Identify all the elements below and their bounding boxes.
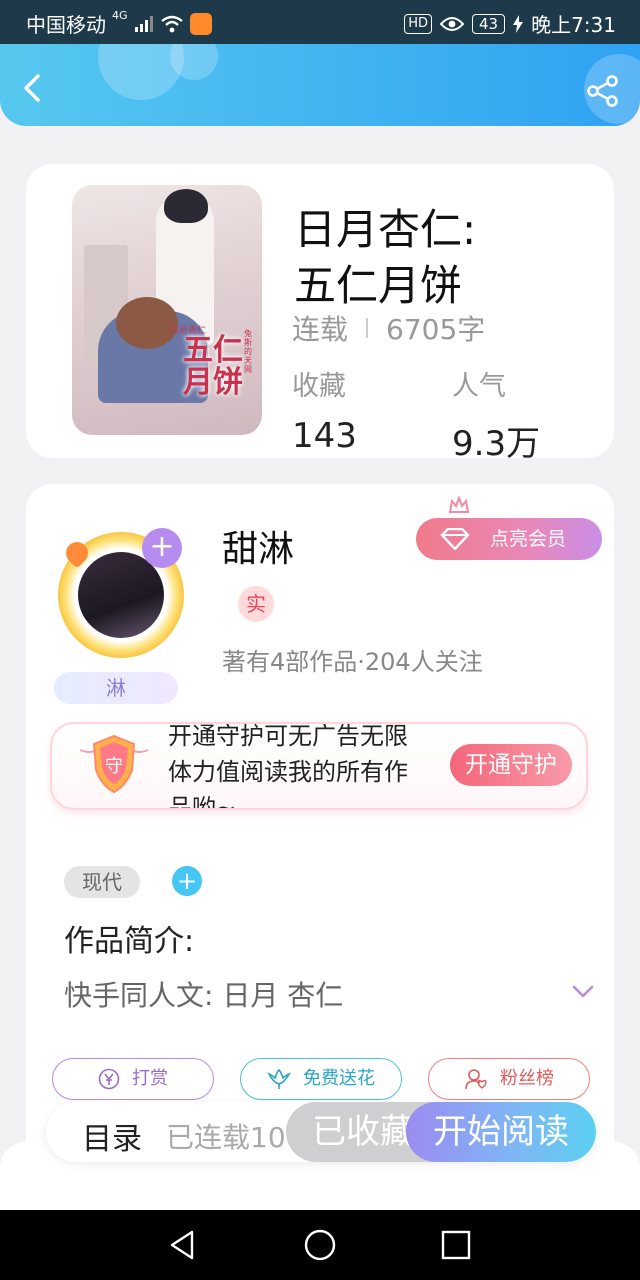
divider xyxy=(366,318,369,338)
battery-indicator: 43 xyxy=(471,13,506,34)
signal-icon xyxy=(134,15,153,32)
nav-recents-icon[interactable] xyxy=(439,1228,473,1262)
book-title: 日月杏仁: 五仁月饼 xyxy=(294,202,594,314)
hd-badge: HD xyxy=(404,13,432,34)
open-guard-button[interactable]: 开通守护 xyxy=(450,744,572,786)
book-info-card: 日月杏仁 兔斯的天网 五仁月饼 日月杏仁: 五仁月饼 连载 6705字 收藏 人… xyxy=(26,164,614,464)
guard-banner[interactable]: 守 开通守护可无广告无限体力值阅读我的所有作品哟~ 开通守护 xyxy=(50,722,588,810)
back-button[interactable] xyxy=(16,70,52,106)
author-name[interactable]: 甜淋 xyxy=(222,520,294,572)
status-bar: 中国移动 4G HD 43 晚上7:31 xyxy=(0,0,640,44)
book-title-line2: 五仁月饼 xyxy=(294,261,463,310)
author-meta: 著有4部作品·204人关注 xyxy=(222,648,483,676)
wifi-icon xyxy=(160,15,183,32)
guard-shield-icon: 守 xyxy=(79,734,149,794)
top-header xyxy=(0,44,640,126)
reward-label: 打赏 xyxy=(132,1068,168,1089)
eye-icon xyxy=(439,16,464,31)
book-cover[interactable]: 日月杏仁 兔斯的天网 五仁月饼 xyxy=(72,185,262,435)
chapter-count: 已连载10 xyxy=(166,1121,286,1154)
author-card: + 淋 甜淋 实 著有4部作品·204人关注 点亮会员 守 开通守护可无广告无限… xyxy=(26,484,614,1184)
system-nav-bar xyxy=(0,1210,640,1280)
charging-icon xyxy=(513,14,524,33)
fan-user-icon xyxy=(465,1069,487,1090)
flower-label: 免费送花 xyxy=(303,1068,375,1089)
genre-tag[interactable]: 现代 xyxy=(64,866,140,898)
flower-icon xyxy=(267,1068,291,1089)
add-tag-button[interactable]: + xyxy=(172,866,202,896)
follow-author-button[interactable]: + xyxy=(142,528,182,568)
intro-text: 快手同人文: 日月 杏仁 xyxy=(64,979,344,1012)
cover-title: 五仁月饼 xyxy=(183,333,243,400)
serial-status: 连载 xyxy=(292,313,349,346)
crown-icon xyxy=(448,496,470,513)
favorites-label: 收藏 xyxy=(292,371,346,402)
carrier-label: 中国移动 xyxy=(26,13,106,37)
start-reading-button[interactable]: 开始阅读 xyxy=(406,1102,596,1162)
popularity-label: 人气 xyxy=(452,371,506,402)
book-title-line1: 日月杏仁: xyxy=(294,205,477,254)
cover-figure-hair xyxy=(164,189,208,223)
fans-ranking-button[interactable]: 粉丝榜 xyxy=(428,1058,590,1100)
nav-back-icon[interactable] xyxy=(166,1228,200,1262)
clock-label: 晚上7:31 xyxy=(531,13,616,37)
chevron-down-icon[interactable] xyxy=(572,984,594,1000)
guard-shield-text: 守 xyxy=(105,756,123,777)
verified-badge: 实 xyxy=(238,586,274,622)
diamond-icon xyxy=(440,528,470,550)
light-up-vip-button[interactable]: 点亮会员 xyxy=(416,496,602,560)
cover-figure-hair xyxy=(116,297,178,349)
intro-title: 作品简介: xyxy=(64,924,195,959)
share-button[interactable] xyxy=(586,74,620,108)
free-flower-button[interactable]: 免费送花 xyxy=(240,1058,402,1100)
reward-button[interactable]: 打赏 xyxy=(52,1058,214,1100)
vip-button-label: 点亮会员 xyxy=(490,528,567,550)
avatar-nameplate: 淋 xyxy=(54,672,178,704)
network-label: 4G xyxy=(112,9,128,22)
book-status-row: 连载 6705字 xyxy=(292,308,485,348)
fans-label: 粉丝榜 xyxy=(500,1068,554,1089)
nav-home-icon[interactable] xyxy=(303,1228,337,1262)
table-of-contents-button[interactable]: 目录 xyxy=(82,1114,142,1158)
bottom-action-bar: 目录 已连载10 已收藏 开始阅读 xyxy=(46,1102,596,1162)
popularity-value: 9.3万 xyxy=(452,424,541,464)
coin-icon xyxy=(98,1068,120,1090)
favorites-value: 143 xyxy=(292,416,357,456)
guard-description: 开通守护可无广告无限体力值阅读我的所有作品哟~ xyxy=(168,722,408,810)
word-count: 6705字 xyxy=(386,313,486,346)
heart-icon xyxy=(61,537,93,569)
uc-browser-icon xyxy=(189,12,212,35)
